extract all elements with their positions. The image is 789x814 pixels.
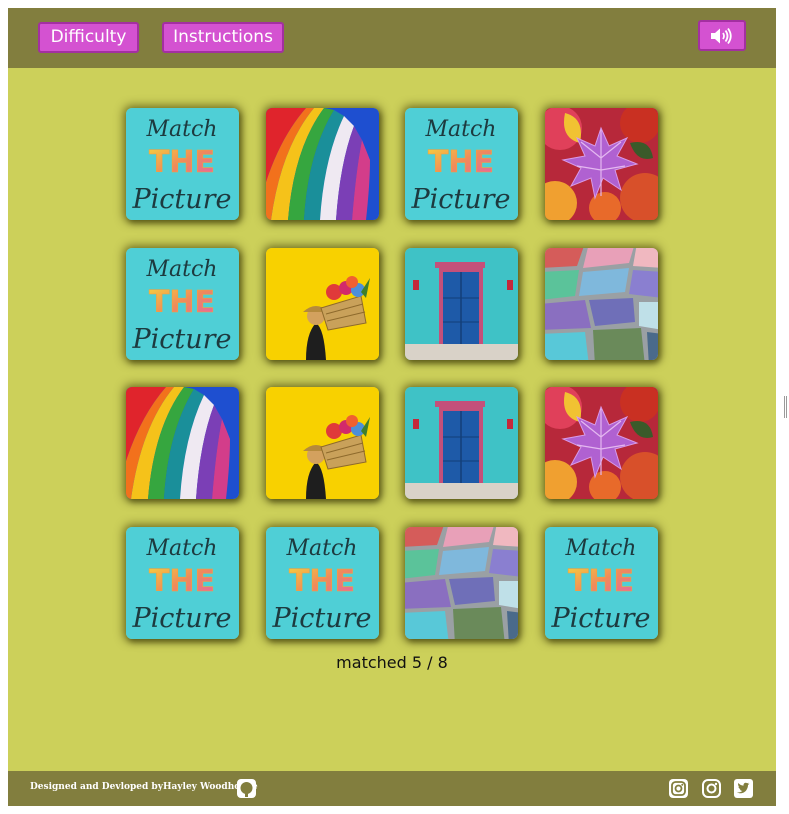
- card-colorful-paving[interactable]: [405, 527, 518, 639]
- colorful-paving-picture: [545, 248, 658, 360]
- svg-text:Picture: Picture: [131, 184, 231, 215]
- svg-text:Match: Match: [146, 257, 218, 282]
- card-flower-basket[interactable]: [266, 248, 379, 360]
- card-autumn-leaves[interactable]: [545, 387, 658, 499]
- svg-text:Match: Match: [286, 536, 358, 561]
- match-the-picture-logo: Match THE Picture: [266, 527, 379, 639]
- resize-handle[interactable]: [784, 396, 787, 418]
- card-face-down[interactable]: Match THE Picture: [405, 108, 518, 220]
- svg-text:THE: THE: [428, 145, 494, 180]
- instagram-icon[interactable]: [668, 778, 689, 799]
- match-counter-total: 8: [437, 653, 448, 672]
- svg-text:Match: Match: [146, 536, 218, 561]
- autumn-leaves-picture: [545, 108, 658, 220]
- volume-up-icon: [711, 27, 732, 45]
- match-counter-prefix: matched: [336, 653, 407, 672]
- card-face-down[interactable]: Match THE Picture: [126, 527, 239, 639]
- svg-text:THE: THE: [149, 564, 215, 599]
- card-autumn-leaves[interactable]: [545, 108, 658, 220]
- footer-credit: Designed and Devloped byHayley Woodhouse: [30, 782, 258, 792]
- match-the-picture-logo: Match THE Picture: [126, 108, 239, 220]
- flower-basket-picture: [266, 387, 379, 499]
- top-bar: Difficulty Instructions: [8, 8, 776, 68]
- card-hot-air-balloon[interactable]: [266, 108, 379, 220]
- footer-bar: Designed and Devloped byHayley Woodhouse: [8, 771, 776, 806]
- game-frame: Difficulty Instructions Match THE Pictur…: [8, 8, 776, 806]
- svg-text:Match: Match: [146, 117, 218, 142]
- card-face-down[interactable]: Match THE Picture: [126, 248, 239, 360]
- match-counter: matched 5 / 8: [8, 653, 776, 672]
- card-face-down[interactable]: Match THE Picture: [266, 527, 379, 639]
- svg-text:Match: Match: [425, 117, 497, 142]
- card-colorful-paving[interactable]: [545, 248, 658, 360]
- flower-basket-picture: [266, 248, 379, 360]
- card-grid: Match THE Picture Match THE Picture Matc…: [126, 108, 658, 640]
- svg-text:THE: THE: [149, 145, 215, 180]
- blue-door-picture: [405, 248, 518, 360]
- svg-text:Picture: Picture: [550, 603, 650, 634]
- twitter-icon[interactable]: [733, 778, 754, 799]
- svg-text:Picture: Picture: [271, 603, 371, 634]
- svg-text:Picture: Picture: [131, 324, 231, 355]
- difficulty-button[interactable]: Difficulty: [38, 22, 139, 53]
- match-the-picture-logo: Match THE Picture: [126, 527, 239, 639]
- card-face-down[interactable]: Match THE Picture: [545, 527, 658, 639]
- match-the-picture-logo: Match THE Picture: [545, 527, 658, 639]
- svg-text:Picture: Picture: [131, 603, 231, 634]
- blue-door-picture: [405, 387, 518, 499]
- match-counter-matched: 5: [411, 653, 423, 672]
- match-the-picture-logo: Match THE Picture: [405, 108, 518, 220]
- match-counter-separator: /: [427, 653, 433, 672]
- svg-text:Picture: Picture: [410, 184, 510, 215]
- match-the-picture-logo: Match THE Picture: [126, 248, 239, 360]
- card-hot-air-balloon[interactable]: [126, 387, 239, 499]
- instagram-icon[interactable]: [701, 778, 722, 799]
- card-blue-door[interactable]: [405, 387, 518, 499]
- svg-text:THE: THE: [289, 564, 355, 599]
- svg-text:THE: THE: [568, 564, 634, 599]
- card-flower-basket[interactable]: [266, 387, 379, 499]
- autumn-leaves-picture: [545, 387, 658, 499]
- card-blue-door[interactable]: [405, 248, 518, 360]
- credit-prefix: Designed and Devloped by: [30, 782, 163, 792]
- github-icon[interactable]: [236, 778, 257, 799]
- colorful-paving-picture: [405, 527, 518, 639]
- hot-air-balloon-picture: [266, 108, 379, 220]
- instructions-button[interactable]: Instructions: [162, 22, 284, 53]
- card-face-down[interactable]: Match THE Picture: [126, 108, 239, 220]
- svg-text:Match: Match: [565, 536, 637, 561]
- sound-toggle-button[interactable]: [698, 20, 746, 51]
- svg-text:THE: THE: [149, 285, 215, 320]
- hot-air-balloon-picture: [126, 387, 239, 499]
